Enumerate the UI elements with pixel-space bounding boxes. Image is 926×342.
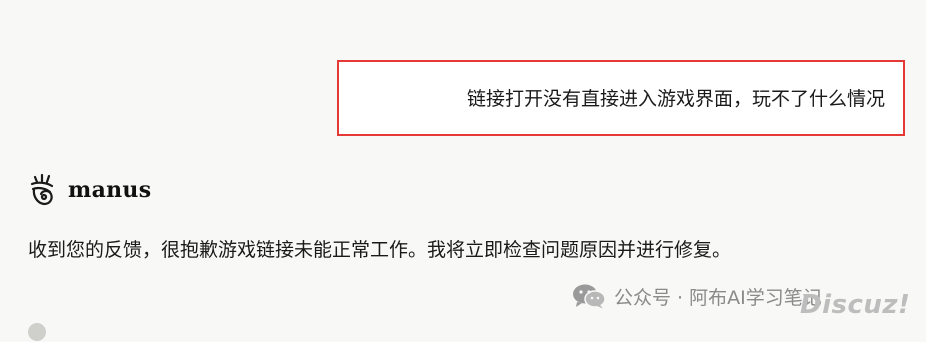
- user-message-text: 链接打开没有直接进入游戏界面，玩不了什么情况: [466, 88, 885, 110]
- assistant-name: manus: [68, 177, 152, 203]
- step-status-icon: [28, 323, 46, 341]
- watermark-text: 公众号 · 阿布AI学习笔记: [614, 286, 822, 309]
- watermark: 公众号 · 阿布AI学习笔记: [572, 281, 822, 311]
- assistant-message: 收到您的反馈，很抱歉游戏链接未能正常工作。我将立即检查问题原因并进行修复。: [28, 239, 732, 261]
- discuz-watermark: Discuz!: [800, 290, 911, 320]
- wechat-icon: [573, 284, 606, 309]
- next-step-row: [28, 322, 46, 342]
- manus-logo-icon: [30, 173, 54, 206]
- assistant-header: manus: [28, 172, 151, 208]
- user-message-bubble: 链接打开没有直接进入游戏界面，玩不了什么情况: [337, 60, 905, 136]
